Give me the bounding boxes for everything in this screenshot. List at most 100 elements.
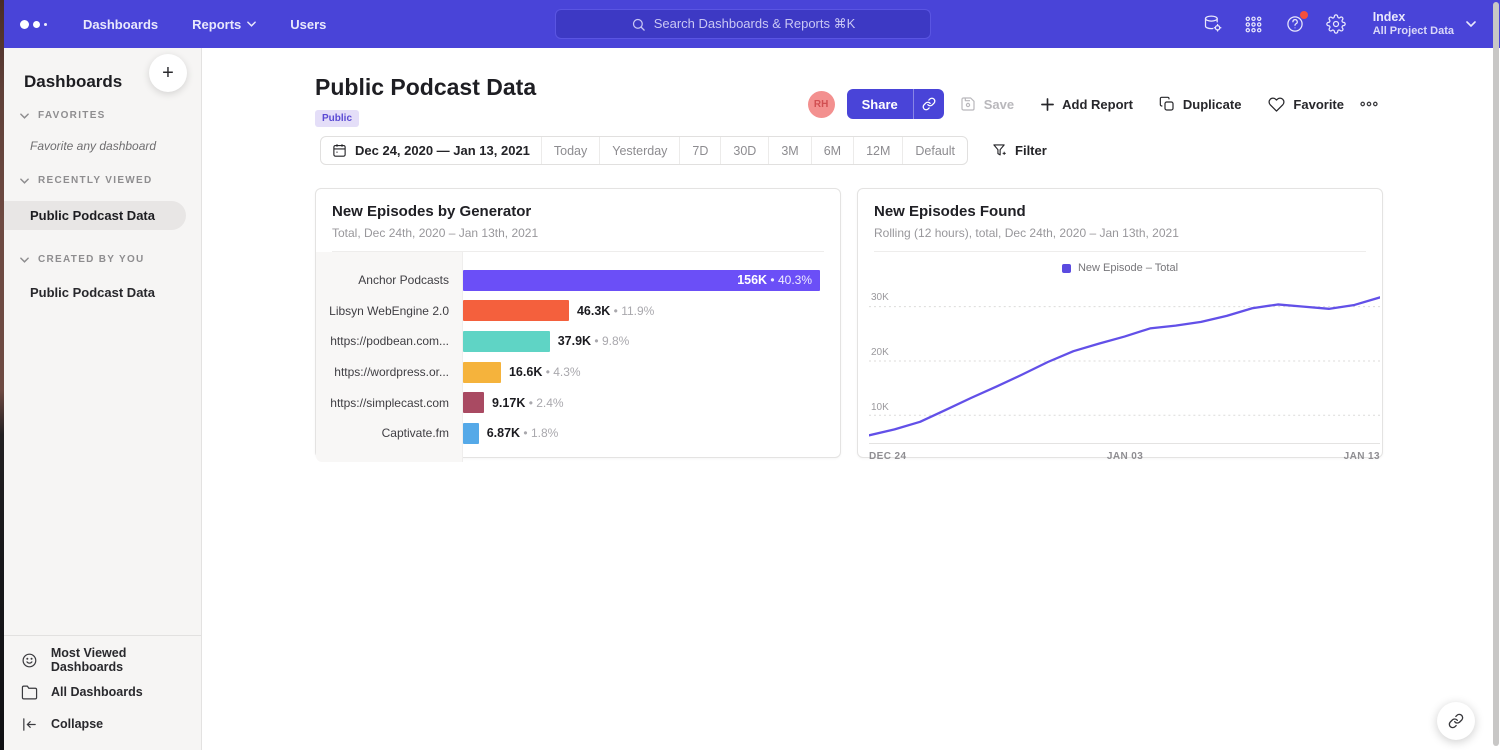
y-tick: 20K xyxy=(871,347,889,358)
app-logo-icon[interactable] xyxy=(20,20,47,29)
bar-row: Captivate.fm 6.87K • 1.8% xyxy=(316,418,840,449)
filter-funnel-icon xyxy=(992,143,1007,158)
preset-default[interactable]: Default xyxy=(902,137,967,164)
y-tick: 10K xyxy=(871,402,889,413)
nav-dashboards[interactable]: Dashboards xyxy=(83,17,158,32)
bar-value: 46.3K • 11.9% xyxy=(577,304,654,318)
bar-row: https://podbean.com... 37.9K • 9.8% xyxy=(316,326,840,357)
preset-6m[interactable]: 6M xyxy=(811,137,853,164)
preset-30d[interactable]: 30D xyxy=(720,137,768,164)
bar-fill xyxy=(463,331,550,352)
help-icon[interactable] xyxy=(1285,14,1305,34)
bar-value: 156K • 40.3% xyxy=(737,273,812,287)
save-icon xyxy=(960,96,976,112)
x-tick: JAN 03 xyxy=(1107,451,1143,462)
x-tick: DEC 24 xyxy=(869,451,906,462)
topbar: Dashboards Reports Users Search Dashboar… xyxy=(0,0,1500,48)
card-title: New Episodes Found xyxy=(874,203,1366,220)
add-dashboard-button[interactable]: + xyxy=(149,54,187,92)
project-subtitle: All Project Data xyxy=(1373,25,1454,38)
avatar[interactable]: RH xyxy=(808,91,835,118)
date-filter-row: Dec 24, 2020 — Jan 13, 2021 Today Yester… xyxy=(320,136,1047,165)
bar-fill xyxy=(463,392,484,413)
ellipsis-icon xyxy=(1360,101,1378,107)
main-content: Public Podcast Data Public RH Share Save… xyxy=(202,48,1500,750)
visibility-badge: Public xyxy=(315,110,359,127)
calendar-icon xyxy=(332,143,347,158)
top-navigation: Dashboards Reports Users xyxy=(83,17,326,32)
bar-value: 9.17K • 2.4% xyxy=(492,396,564,410)
favorite-button[interactable]: Favorite xyxy=(1268,96,1344,113)
section-favorites[interactable]: FAVORITES xyxy=(0,110,201,121)
link-icon xyxy=(1448,713,1464,729)
section-created-by-you[interactable]: CREATED BY YOU xyxy=(0,254,201,265)
sidebar-item-public-podcast-data-2[interactable]: Public Podcast Data xyxy=(30,285,201,300)
settings-gear-icon[interactable] xyxy=(1326,14,1346,34)
preset-today[interactable]: Today xyxy=(541,137,599,164)
page-title: Public Podcast Data xyxy=(315,74,536,101)
share-link-button[interactable] xyxy=(913,89,944,119)
bar-value: 6.87K • 1.8% xyxy=(487,426,559,440)
apps-grid-icon[interactable] xyxy=(1244,14,1264,34)
sidebar-footer: Most Viewed Dashboards All Dashboards Co… xyxy=(0,635,201,750)
add-report-button[interactable]: Add Report xyxy=(1041,97,1133,112)
preset-12m[interactable]: 12M xyxy=(853,137,902,164)
nav-reports[interactable]: Reports xyxy=(192,17,256,32)
all-dashboards-button[interactable]: All Dashboards xyxy=(0,676,201,708)
legend-swatch xyxy=(1062,264,1071,273)
bar-fill xyxy=(463,362,501,383)
share-button[interactable]: Share xyxy=(847,89,913,119)
favorites-empty-text: Favorite any dashboard xyxy=(30,139,201,153)
search-icon xyxy=(631,17,646,32)
left-edge-artifact xyxy=(0,0,4,750)
search-placeholder: Search Dashboards & Reports ⌘K xyxy=(654,16,856,32)
chevron-down-icon xyxy=(20,113,29,119)
preset-yesterday[interactable]: Yesterday xyxy=(599,137,679,164)
sidebar-title: Dashboards xyxy=(24,72,122,92)
data-source-icon[interactable] xyxy=(1203,14,1223,34)
collapse-sidebar-button[interactable]: Collapse xyxy=(0,708,201,740)
preset-3m[interactable]: 3M xyxy=(768,137,810,164)
floating-share-link-button[interactable] xyxy=(1437,702,1475,740)
bar-value: 16.6K • 4.3% xyxy=(509,365,581,379)
bar-row: Anchor Podcasts 156K • 40.3% xyxy=(316,265,840,296)
more-options-button[interactable] xyxy=(1356,101,1382,107)
link-icon xyxy=(922,97,936,111)
notification-dot xyxy=(1300,11,1308,19)
card-subtitle: Rolling (12 hours), total, Dec 24th, 202… xyxy=(874,226,1366,252)
bar-row: https://simplecast.com 9.17K • 2.4% xyxy=(316,387,840,418)
folder-icon xyxy=(21,684,38,701)
sidebar-item-public-podcast-data[interactable]: Public Podcast Data xyxy=(0,201,186,230)
sidebar: Dashboards + FAVORITES Favorite any dash… xyxy=(0,48,202,750)
heart-icon xyxy=(1268,96,1285,113)
plus-icon xyxy=(1041,98,1054,111)
smiley-icon xyxy=(21,652,38,669)
copy-icon xyxy=(1159,96,1175,112)
line-series xyxy=(869,280,1380,443)
bar-row: Libsyn WebEngine 2.0 46.3K • 11.9% xyxy=(316,296,840,327)
chevron-down-icon xyxy=(247,21,256,27)
bar-row: https://wordpress.or... 16.6K • 4.3% xyxy=(316,357,840,388)
project-switcher[interactable]: Index All Project Data xyxy=(1373,10,1476,38)
date-range-picker[interactable]: Dec 24, 2020 — Jan 13, 2021 xyxy=(321,137,541,164)
share-button-group: Share xyxy=(847,89,944,119)
page-scrollbar[interactable] xyxy=(1493,2,1499,746)
section-recently-viewed[interactable]: RECENTLY VIEWED xyxy=(0,175,201,186)
most-viewed-dashboards-button[interactable]: Most Viewed Dashboards xyxy=(0,644,201,676)
date-range-text: Dec 24, 2020 — Jan 13, 2021 xyxy=(355,143,530,158)
nav-users[interactable]: Users xyxy=(290,17,326,32)
duplicate-button[interactable]: Duplicate xyxy=(1159,96,1242,112)
chart-legend: New Episode – Total xyxy=(858,252,1382,280)
line-chart: 30K 20K 10K xyxy=(869,280,1380,444)
filter-button[interactable]: Filter xyxy=(992,143,1047,158)
card-title: New Episodes by Generator xyxy=(332,203,824,220)
search-input[interactable]: Search Dashboards & Reports ⌘K xyxy=(555,9,931,39)
card-subtitle: Total, Dec 24th, 2020 – Jan 13th, 2021 xyxy=(332,226,824,252)
preset-7d[interactable]: 7D xyxy=(679,137,720,164)
chevron-down-icon xyxy=(1466,21,1476,27)
bar-value: 37.9K • 9.8% xyxy=(558,334,630,348)
save-button[interactable]: Save xyxy=(960,96,1014,112)
header-actions: RH Share Save Add Report Duplicate Favor… xyxy=(808,89,1382,119)
x-tick: JAN 13 xyxy=(1344,451,1380,462)
x-axis: DEC 24 JAN 03 JAN 13 xyxy=(869,444,1380,462)
